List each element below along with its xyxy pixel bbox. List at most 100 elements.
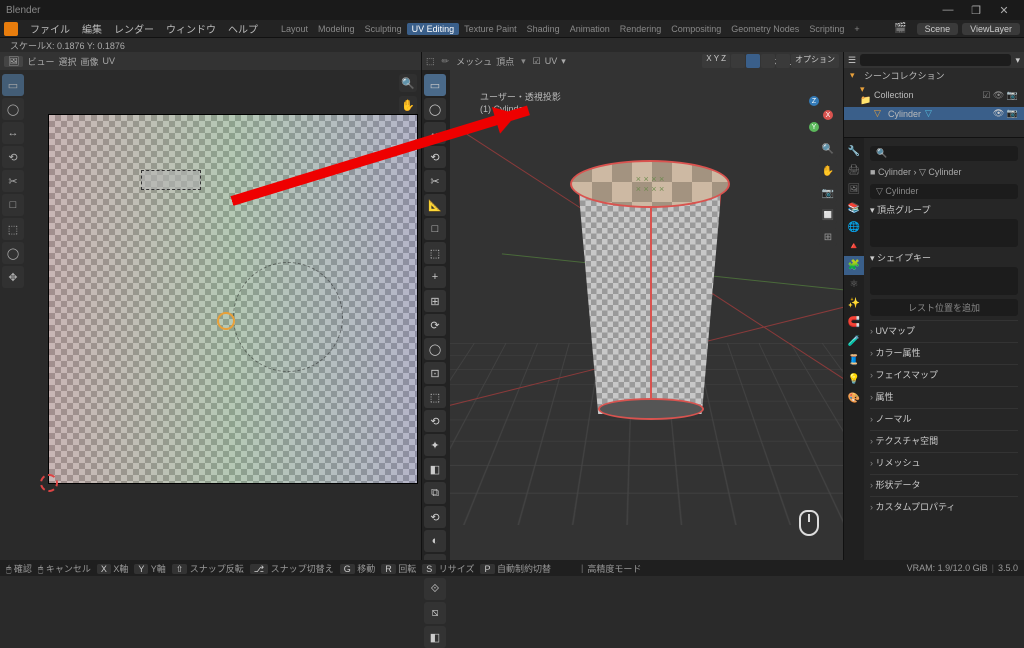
props-panel-4[interactable]: ノーマル [870, 408, 1018, 428]
viewport-editor-type[interactable]: ⬚ [426, 56, 435, 67]
uv-tool-4[interactable]: ✂ [2, 170, 24, 192]
props-panel-5[interactable]: テクスチャ空間 [870, 430, 1018, 450]
vp-shading-matpre[interactable] [761, 54, 775, 68]
workspace-shading[interactable]: Shading [522, 24, 565, 34]
props-panel-3[interactable]: 属性 [870, 386, 1018, 406]
vp-uv-toggle[interactable]: ☑ [533, 56, 541, 67]
props-panel-0[interactable]: UVマップ [870, 320, 1018, 340]
vp-nav-0[interactable]: 🔍 [819, 140, 837, 158]
vp-tool-23[interactable]: ◧ [424, 626, 446, 648]
outliner-object-row[interactable]: ▽ Cylinder ▽ 👁 📷 [844, 107, 1024, 120]
menu-file[interactable]: ファイル [24, 21, 76, 36]
workspace-scripting[interactable]: Scripting [804, 24, 849, 34]
vp-tool-19[interactable]: ◐ [424, 530, 446, 552]
outliner-scene-row[interactable]: ▾ シーンコレクション [844, 68, 1024, 83]
uv-tool-3[interactable]: ⟲ [2, 146, 24, 168]
vp-tool-4[interactable]: ✂ [424, 170, 446, 192]
uv-menu-uv[interactable]: UV [102, 56, 115, 66]
vp-menu-vertex[interactable]: 頂点 [496, 55, 514, 68]
vp-tool-10[interactable]: ⟳ [424, 314, 446, 336]
props-tab-5[interactable]: 🔺 [844, 237, 864, 256]
props-tab-9[interactable]: 🧲 [844, 313, 864, 332]
menu-help[interactable]: ヘルプ [222, 21, 264, 36]
vp-shading-render[interactable] [776, 54, 790, 68]
vp-tool-11[interactable]: ◯ [424, 338, 446, 360]
props-tab-11[interactable]: 🧵 [844, 351, 864, 370]
uv-menu-select[interactable]: 選択 [58, 55, 76, 68]
add-rest-position-button[interactable]: レスト位置を追加 [870, 299, 1018, 316]
props-panel-7[interactable]: 形状データ [870, 474, 1018, 494]
gizmo-z-icon[interactable]: Z [809, 96, 819, 106]
outliner-search[interactable] [860, 54, 1011, 66]
uv-menu-image[interactable]: 画像 [80, 55, 98, 68]
menu-window[interactable]: ウィンドウ [160, 21, 222, 36]
vp-tool-5[interactable]: 📐 [424, 194, 446, 216]
gizmo-x-icon[interactable]: X [823, 110, 833, 120]
window-maximize-button[interactable]: ❐ [962, 0, 990, 20]
vp-tool-1[interactable]: ◯ [424, 98, 446, 120]
vp-tool-16[interactable]: ◧ [424, 458, 446, 480]
props-panel-8[interactable]: カスタムプロパティ [870, 496, 1018, 516]
uv-tool-7[interactable]: ◯ [2, 242, 24, 264]
viewport-canvas[interactable]: × × × ×× × × × ユーザー・透視投影 (1) Cylinder Z … [450, 70, 843, 560]
cylinder-object[interactable]: × × × ×× × × × [570, 160, 730, 420]
vp-nav-4[interactable]: ⊞ [819, 228, 837, 246]
vp-tool-13[interactable]: ⬚ [424, 386, 446, 408]
vp-options-button[interactable]: オプション [791, 54, 839, 68]
workspace-rendering[interactable]: Rendering [615, 24, 667, 34]
uv-tool-0[interactable]: ▭ [2, 74, 24, 96]
uv-pan-icon[interactable]: ✋ [399, 96, 417, 114]
uv-zoom-icon[interactable]: 🔍 [399, 74, 417, 92]
props-tab-13[interactable]: 🎨 [844, 389, 864, 408]
props-panel-2[interactable]: フェイスマップ [870, 364, 1018, 384]
uv-island-circle[interactable] [233, 262, 343, 372]
gizmo-y-icon[interactable]: Y [809, 122, 819, 132]
vp-tool-9[interactable]: ⊞ [424, 290, 446, 312]
workspace-add[interactable]: + [849, 24, 864, 34]
props-panel-6[interactable]: リメッシュ [870, 452, 1018, 472]
vertex-group-panel[interactable]: ▾ 頂点グループ [870, 203, 1018, 216]
uv-menu-view[interactable]: ビュー [27, 55, 54, 68]
vp-tool-18[interactable]: ⟲ [424, 506, 446, 528]
props-tab-3[interactable]: 📚 [844, 199, 864, 218]
vp-tool-22[interactable]: ⧅ [424, 602, 446, 624]
outliner-editor-type[interactable]: ☰ [848, 55, 856, 66]
props-tab-2[interactable]: 🖼 [844, 180, 864, 199]
vp-tool-6[interactable]: □ [424, 218, 446, 240]
uv-editor-type[interactable]: 🖼 [4, 56, 23, 67]
uv-island-rect[interactable] [141, 170, 201, 190]
workspace-modeling[interactable]: Modeling [313, 24, 360, 34]
props-tab-12[interactable]: 💡 [844, 370, 864, 389]
vp-select-mode[interactable]: ▾ [561, 56, 566, 67]
props-tab-8[interactable]: ✨ [844, 294, 864, 313]
workspace-layout[interactable]: Layout [276, 24, 313, 34]
object-data-selector[interactable]: ▽ Cylinder [870, 184, 1018, 199]
window-minimize-button[interactable]: — [934, 0, 962, 20]
workspace-texturepaint[interactable]: Texture Paint [459, 24, 522, 34]
vp-tool-14[interactable]: ⟲ [424, 410, 446, 432]
uv-tool-1[interactable]: ◯ [2, 98, 24, 120]
vp-tool-3[interactable]: ⟲ [424, 146, 446, 168]
vp-tool-8[interactable]: + [424, 266, 446, 288]
props-tab-10[interactable]: 🧪 [844, 332, 864, 351]
vp-nav-3[interactable]: 🔲 [819, 206, 837, 224]
mode-icon[interactable]: ✏ [439, 56, 453, 67]
vp-tool-0[interactable]: ▭ [424, 74, 446, 96]
viewport-axis-gizmo[interactable]: Z X Y [795, 96, 833, 134]
props-tab-4[interactable]: 🌐 [844, 218, 864, 237]
workspace-animation[interactable]: Animation [565, 24, 615, 34]
vp-shading-solid[interactable] [746, 54, 760, 68]
props-search[interactable]: 🔍 [870, 146, 1018, 161]
vp-tool-12[interactable]: ⊡ [424, 362, 446, 384]
uv-tool-2[interactable]: ↔ [2, 122, 24, 144]
props-tab-6[interactable]: 🧩 [844, 256, 864, 275]
props-panel-1[interactable]: カラー属性 [870, 342, 1018, 362]
vp-tool-15[interactable]: ✦ [424, 434, 446, 456]
uv-tool-6[interactable]: ⬚ [2, 218, 24, 240]
uv-tool-5[interactable]: □ [2, 194, 24, 216]
outliner-filter-icon[interactable]: ▾ [1015, 55, 1020, 66]
vp-shading-wire[interactable] [731, 54, 745, 68]
vp-menu-mesh[interactable]: メッシュ [456, 55, 492, 68]
uv-canvas[interactable] [48, 114, 418, 484]
workspace-compositing[interactable]: Compositing [666, 24, 726, 34]
